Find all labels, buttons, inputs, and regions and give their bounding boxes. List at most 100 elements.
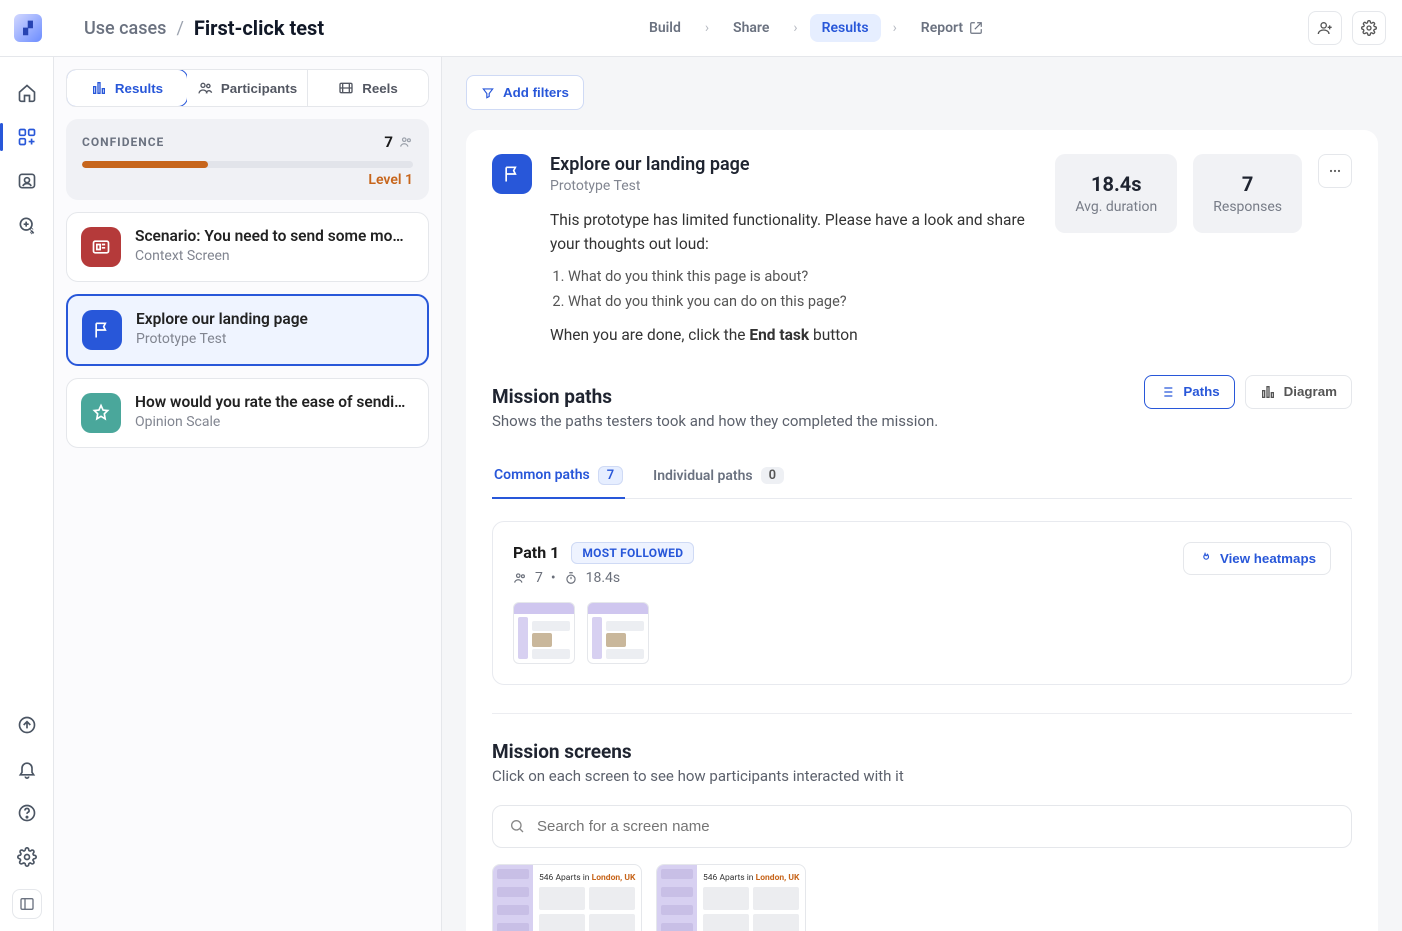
breadcrumb-parent[interactable]: Use cases [84,18,166,39]
block-subtitle: Context Screen [135,248,404,264]
confidence-box: CONFIDENCE 7 Level 1 [66,119,429,200]
nav-settings[interactable] [9,839,45,875]
mission-paths-subtitle: Shows the paths testers took and how the… [492,412,938,430]
mission-screen-thumb[interactable]: 546 Aparts in London, UK [492,864,642,931]
confidence-label: CONFIDENCE [82,135,164,149]
stat-avg-duration: 18.4s Avg. duration [1055,154,1177,233]
path-meta: 7 • 18.4s [513,570,694,586]
filter-icon [481,86,495,100]
step-report[interactable]: Report [909,14,995,42]
tab-common-label: Common paths [494,467,590,483]
view-heatmaps-button[interactable]: View heatmaps [1183,542,1331,575]
stat-label: Responses [1213,199,1282,215]
task-question-1: What do you think this page is about? [568,266,1037,288]
breadcrumb: Use cases / First-click test [84,16,324,40]
flag-icon [82,310,122,350]
sidebar: Results Participants Reels CONFIDENCE 7 [54,57,442,931]
task-description: This prototype has limited functionality… [550,208,1037,256]
tab-common-paths[interactable]: Common paths 7 [492,454,625,499]
stat-value: 7 [1213,172,1282,196]
tab-results[interactable]: Results [66,69,188,107]
sidebar-tabs: Results Participants Reels [66,69,429,107]
screen-search[interactable] [492,805,1352,848]
step-share[interactable]: Share [721,14,781,42]
nav-participants[interactable] [9,163,45,199]
screen-search-input[interactable] [537,818,1335,835]
nav-notifications[interactable] [9,751,45,787]
svg-text:$: $ [29,226,33,235]
search-icon [509,818,525,834]
breadcrumb-sep: / [176,18,183,39]
block-subtitle: Opinion Scale [135,414,405,430]
breadcrumb-current: First-click test [194,16,324,40]
tab-individual-badge: 0 [761,467,784,484]
app-logo[interactable]: ▞ [14,14,42,42]
flag-icon [492,154,532,194]
users-icon [513,571,527,585]
mission-paths-title: Mission paths [492,385,938,408]
chevron-right-icon: › [893,20,897,36]
path-card: Path 1 MOST FOLLOWED 7 • 18.4s [492,521,1352,685]
divider [492,713,1352,714]
toggle-diagram[interactable]: Diagram [1245,375,1352,409]
stat-responses: 7 Responses [1193,154,1302,233]
nav-billing[interactable]: $ [9,207,45,243]
screen-caption: 546 Aparts in [703,873,756,883]
more-menu-button[interactable] [1318,154,1352,188]
tab-participants[interactable]: Participants [187,70,308,106]
task-instructions: When you are done, click the End task bu… [550,323,1037,347]
nav-rail: $ [0,57,54,931]
tab-reels[interactable]: Reels [308,70,428,106]
settings-button[interactable] [1352,11,1386,45]
path-name: Path 1 [513,543,559,562]
diagram-icon [1260,384,1276,400]
nav-help[interactable] [9,795,45,831]
fire-icon [1198,551,1212,565]
toggle-paths-label: Paths [1183,384,1219,399]
task-done-prefix: When you are done, click the [550,326,749,344]
toggle-panel-button[interactable] [12,889,42,919]
most-followed-pill: MOST FOLLOWED [571,542,694,564]
invite-user-button[interactable] [1308,11,1342,45]
tab-individual-label: Individual paths [653,468,752,484]
add-filters-button[interactable]: Add filters [466,75,584,110]
tab-participants-label: Participants [221,81,297,96]
main-content: Add filters Explore our landing page Pro… [442,57,1402,931]
screen-caption-highlight: London, UK [756,873,800,883]
add-filters-label: Add filters [503,85,569,100]
mission-screen-thumb[interactable]: 546 Aparts in London, UK [656,864,806,931]
list-icon [1159,384,1175,400]
path-tabs: Common paths 7 Individual paths 0 [492,454,1352,499]
chevron-right-icon: › [705,20,709,36]
step-results[interactable]: Results [810,14,881,42]
step-build[interactable]: Build [637,14,693,42]
tab-common-badge: 7 [598,466,623,485]
tab-individual-paths[interactable]: Individual paths 0 [651,454,786,498]
path-screen-thumb[interactable] [513,602,575,664]
block-title: How would you rate the ease of sendi… [135,393,405,411]
block-context-screen[interactable]: Scenario: You need to send some mo… Cont… [66,212,429,282]
nav-upload[interactable] [9,707,45,743]
screen-caption-highlight: London, UK [592,873,636,883]
task-type: Prototype Test [550,178,1037,194]
view-toggle: Paths Diagram [1144,375,1352,409]
path-user-count: 7 [535,570,543,586]
task-done-bold: End task [749,326,809,344]
block-opinion-scale[interactable]: How would you rate the ease of sendi… Op… [66,378,429,448]
nav-home[interactable] [9,75,45,111]
confidence-count: 7 [384,133,393,151]
task-card: Explore our landing page Prototype Test … [466,130,1378,931]
toggle-paths[interactable]: Paths [1144,375,1234,409]
path-screen-thumb[interactable] [587,602,649,664]
task-question-2: What do you think you can do on this pag… [568,291,1037,313]
block-prototype-test[interactable]: Explore our landing page Prototype Test [66,294,429,366]
task-done-suffix: button [809,326,857,344]
chevron-right-icon: › [793,20,797,36]
confidence-bar [82,161,413,168]
mission-screens-subtitle: Click on each screen to see how particip… [492,767,1352,785]
nav-studies[interactable] [9,119,45,155]
toggle-diagram-label: Diagram [1284,384,1337,399]
stat-value: 18.4s [1075,172,1157,196]
path-time: 18.4s [586,570,621,586]
stat-label: Avg. duration [1075,199,1157,215]
